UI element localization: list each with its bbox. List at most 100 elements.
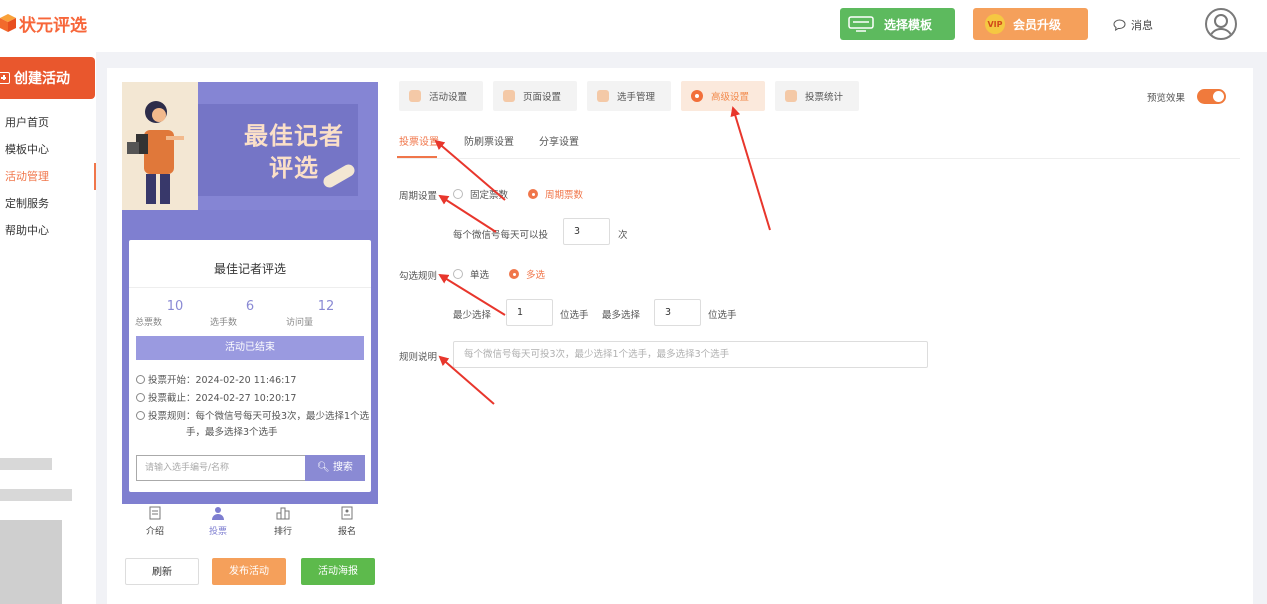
per-day-votes-input[interactable]: 3 [563,218,610,245]
activity-ended-button[interactable]: 活动已结束 [136,336,364,360]
blurred-region [0,458,52,470]
tab-vote-statistics[interactable]: 投票统计 [775,81,859,111]
min-select-input[interactable]: 1 [506,299,553,326]
divider [397,158,1240,159]
subtab-vote-settings[interactable]: 投票设置 [399,133,439,148]
radio-label: 固定票数 [470,190,509,201]
vote-rule-info-cont: 手，最多选择3个选手 [186,427,278,438]
vote-start-text: 投票开始：2024-02-20 11:46:17 [148,375,297,386]
logo[interactable]: 状元评选 [0,10,87,36]
tab-ranking[interactable]: 排行 [263,506,303,537]
settings-icon [409,90,421,102]
radio-multi-select[interactable]: 多选 [509,267,545,281]
statistics-icon [785,90,797,102]
sidebar-item-custom-service[interactable]: 定制服务 [0,190,96,217]
per-day-unit: 次 [618,230,628,241]
stat-label: 访问量 [286,318,314,328]
stat-visits: 12 访问量 [286,299,366,328]
tab-signup-label: 报名 [337,527,356,537]
logo-cube-icon [0,14,16,32]
sidebar-item-help[interactable]: 帮助中心 [0,217,96,244]
stat-value: 10 [166,299,184,314]
search-button-label: 搜索 [332,462,353,473]
tab-page-settings[interactable]: 页面设置 [493,81,577,111]
phone-tab-bar: 介绍 投票 排行 报名 [122,504,378,540]
search-button[interactable]: 🔍︎ 搜索 [305,455,365,481]
blurred-region [0,520,62,604]
stat-value: 6 [245,299,255,314]
users-icon [597,90,609,102]
refresh-button[interactable]: 刷新 [125,558,199,585]
subtab-share-settings[interactable]: 分享设置 [539,133,579,148]
radio-fixed-votes[interactable]: 固定票数 [453,187,508,201]
banner-title-line1: 最佳记者 [244,122,344,150]
radio-selected-icon [528,189,538,199]
tab-vote-label: 投票 [208,527,227,537]
activity-banner: 最佳记者 评选 [122,82,378,210]
radio-single-select[interactable]: 单选 [453,267,489,281]
vip-upgrade-label: 会员升级 [1013,17,1062,32]
search-icon: 🔍︎ [317,462,330,473]
radio-cycle-votes[interactable]: 周期票数 [528,187,583,201]
person-icon [212,507,224,520]
contestant-search-input[interactable]: 请输入选手编号/名称 [136,455,306,481]
sidebar-item-activity-management[interactable]: 活动管理 [0,163,96,190]
top-bar: 状元评选 选择模板 VIP 会员升级 消息 [0,0,1267,52]
cycle-settings-label: 周期设置 [399,191,438,202]
stat-label: 选手数 [210,318,238,328]
vote-rule-text: 投票规则：每个微信号每天可投3次，最少选择1个选 [148,411,370,422]
blurred-region [0,489,72,501]
tab-signup[interactable]: 报名 [327,506,367,537]
page-icon [503,90,515,102]
radio-label: 多选 [526,270,546,281]
rule-description-label: 规则说明 [399,352,438,363]
create-activity-button[interactable]: 创建活动 [0,57,95,99]
rule-description-input[interactable]: 每个微信号每天可投3次，最少选择1个选手，最多选择3个选手 [453,341,928,368]
tab-advanced-settings[interactable]: 高级设置 [681,81,765,111]
tab-activity-settings[interactable]: 活动设置 [399,81,483,111]
tab-label: 选手管理 [617,92,656,103]
create-activity-label: 创建活动 [14,71,70,87]
activity-poster-button[interactable]: 活动海报 [301,558,375,585]
tab-label: 投票统计 [805,92,844,103]
stat-value: 12 [317,299,335,314]
add-icon [0,72,10,84]
vote-rule-info: 投票规则：每个微信号每天可投3次，最少选择1个选 [136,410,369,424]
radio-label: 周期票数 [545,190,584,201]
sidebar-item-home[interactable]: 用户首页 [0,109,96,136]
messages-link[interactable]: 消息 [1113,17,1153,33]
tab-contestant-management[interactable]: 选手管理 [587,81,671,111]
subtab-anti-fraud[interactable]: 防刷票设置 [464,133,514,148]
radio-selected-icon [509,269,519,279]
vote-end-info: 投票截止：2024-02-27 10:20:17 [136,392,296,406]
tab-label: 活动设置 [429,92,468,103]
clock-icon [136,375,145,384]
preview-effect-label: 预览效果 [1147,93,1186,104]
tab-intro[interactable]: 介绍 [135,506,175,537]
vote-end-text: 投票截止：2024-02-27 10:20:17 [148,393,297,404]
min-select-unit: 位选手 [560,310,589,321]
clock-icon [136,393,145,402]
vip-upgrade-button[interactable]: VIP 会员升级 [973,8,1088,40]
radio-label: 单选 [470,270,490,281]
banner-title: 最佳记者 评选 [230,120,358,184]
radio-icon [453,189,463,199]
radio-icon [453,269,463,279]
preview-toggle[interactable] [1197,89,1226,104]
signup-icon [341,506,353,520]
user-avatar[interactable] [1205,8,1237,40]
max-select-input[interactable]: 3 [654,299,701,326]
sidebar-item-templates[interactable]: 模板中心 [0,136,96,163]
publish-activity-button[interactable]: 发布活动 [212,558,286,585]
template-icon [848,16,874,32]
selection-rule-label: 勾选规则 [399,271,438,282]
activity-card: 最佳记者评选 10 总票数 6 选手数 12 访问量 活动已结束 投票开始：20… [129,240,371,492]
sidebar-nav: 用户首页 模板中心 活动管理 定制服务 帮助中心 [0,109,96,244]
logo-text: 状元评选 [19,15,87,36]
per-day-label: 每个微信号每天可以投 [453,230,549,241]
tab-vote[interactable]: 投票 [198,506,238,537]
vote-start-info: 投票开始：2024-02-20 11:46:17 [136,374,296,388]
message-bubble-icon [1113,19,1126,31]
info-icon [136,411,145,420]
select-template-button[interactable]: 选择模板 [840,8,955,40]
